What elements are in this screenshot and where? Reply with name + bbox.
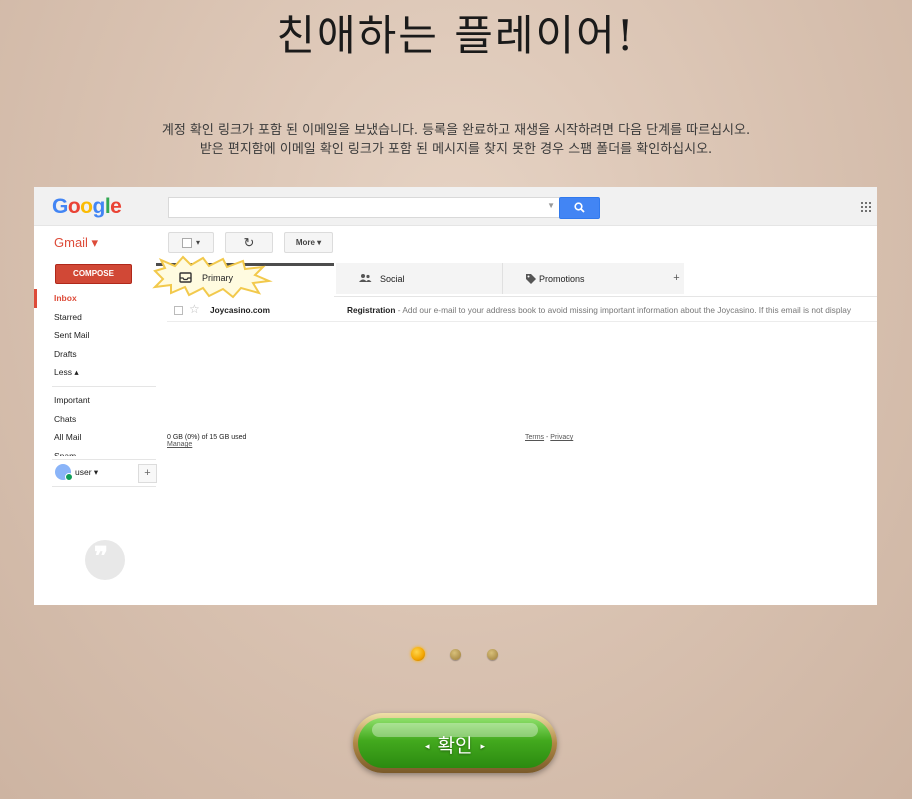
instruction-line-2: 받은 편지함에 이메일 확인 링크가 포함 된 메시지를 찾지 못한 경우 스팸… (199, 142, 713, 157)
more-button: More ▾ (284, 232, 333, 253)
people-icon (358, 273, 372, 286)
carousel-dot[interactable] (450, 649, 461, 660)
chevron-down-icon: ▾ (195, 238, 200, 247)
tag-icon (525, 273, 537, 288)
email-subject-line: Registration - Add our e-mail to your ad… (347, 305, 851, 315)
apps-grid-icon (860, 201, 871, 212)
refresh-icon: ↻ (243, 235, 255, 250)
nav-starred: Starred (54, 311, 82, 322)
logo-letter: o (67, 195, 81, 218)
logo-letter: G (52, 195, 68, 218)
gmail-label: Gmail ▾ (54, 235, 99, 250)
user-row: user ▾ + (52, 459, 157, 487)
add-tab-icon: + (669, 263, 684, 294)
star-icon: ☆ (189, 302, 200, 316)
instruction-line-1: 계정 확인 링크가 포함 된 이메일을 보냈습니다. 등록을 완료하고 재생을 … (161, 123, 751, 138)
email-snippet: - Add our e-mail to your address book to… (395, 305, 852, 315)
nav-important: Important (54, 394, 90, 405)
nav-all-mail: All Mail (54, 432, 82, 443)
hangouts-icon: ❞ (85, 540, 125, 580)
confirm-label: 확인 (437, 735, 473, 757)
gmail-header: Google ▼ (34, 187, 877, 226)
avatar (55, 464, 73, 481)
confirm-button-face: ◂ 확인 ▸ (358, 718, 552, 768)
tab-social: Social (336, 263, 503, 294)
quote-glyph: ❞ (94, 542, 108, 572)
carousel-dot[interactable] (487, 649, 498, 660)
select-checkbox-button: ▾ (168, 232, 214, 253)
email-sender: Joycasino.com (210, 305, 270, 315)
footer-links: Terms - Privacy (525, 434, 573, 441)
carousel-pagination (0, 646, 912, 662)
inbox-icon (179, 270, 193, 284)
nav-sent-mail: Sent Mail (54, 330, 90, 341)
nav-less: Less ▴ (54, 367, 79, 378)
user-name: user ▾ (75, 467, 99, 477)
logo-letter: g (92, 195, 106, 218)
logo-letter: e (110, 195, 122, 218)
confirm-button[interactable]: ◂ 확인 ▸ (353, 713, 557, 773)
checkbox-icon (181, 237, 192, 248)
storage-usage: 0 GB (0%) of 15 GB used (167, 434, 247, 441)
nav-drafts: Drafts (54, 348, 77, 359)
checkbox-icon (174, 306, 183, 315)
page-title: 친애하는 플레이어! (276, 11, 636, 60)
nav-inbox: Inbox (34, 289, 158, 308)
compose-button: COMPOSE (55, 264, 132, 284)
refresh-button: ↻ (225, 232, 273, 253)
primary-tab-highlight-label: Primary (202, 273, 233, 283)
arrow-right-icon: ▸ (480, 741, 486, 752)
terms-link: Terms (525, 434, 545, 441)
arrow-left-icon: ◂ (424, 741, 430, 752)
logo-letter: o (80, 195, 93, 218)
email-subject: Registration (347, 305, 396, 315)
confirm-label-wrap: ◂ 확인 ▸ (358, 731, 552, 758)
nav-chats: Chats (54, 413, 77, 424)
google-logo: Google (52, 195, 122, 219)
search-icon (574, 202, 585, 213)
add-contact-button: + (138, 464, 157, 483)
tab-label: Social (380, 274, 405, 284)
chevron-down-icon: ▼ (547, 201, 555, 210)
gmail-screenshot: Google ▼ Gmail ▾ ▾ ↻ More ▾ COMPOSE Inbo… (34, 187, 877, 605)
tab-label: Promotions (539, 274, 585, 284)
privacy-link: Privacy (550, 434, 574, 441)
search-button (559, 197, 600, 219)
manage-link: Manage (167, 441, 193, 448)
email-row: ☆ Joycasino.com Registration - Add our e… (167, 299, 877, 322)
nav-spam: Spam (54, 450, 77, 456)
carousel-dot[interactable] (411, 647, 425, 661)
search-input: ▼ (168, 197, 560, 218)
divider (52, 385, 156, 387)
storage-info: 0 GB (0%) of 15 GB used Manage (167, 434, 246, 448)
gmail-sidebar: Inbox Starred Sent Mail Drafts Less ▴ Im… (34, 289, 158, 456)
tab-promotions: Promotions (503, 263, 670, 294)
